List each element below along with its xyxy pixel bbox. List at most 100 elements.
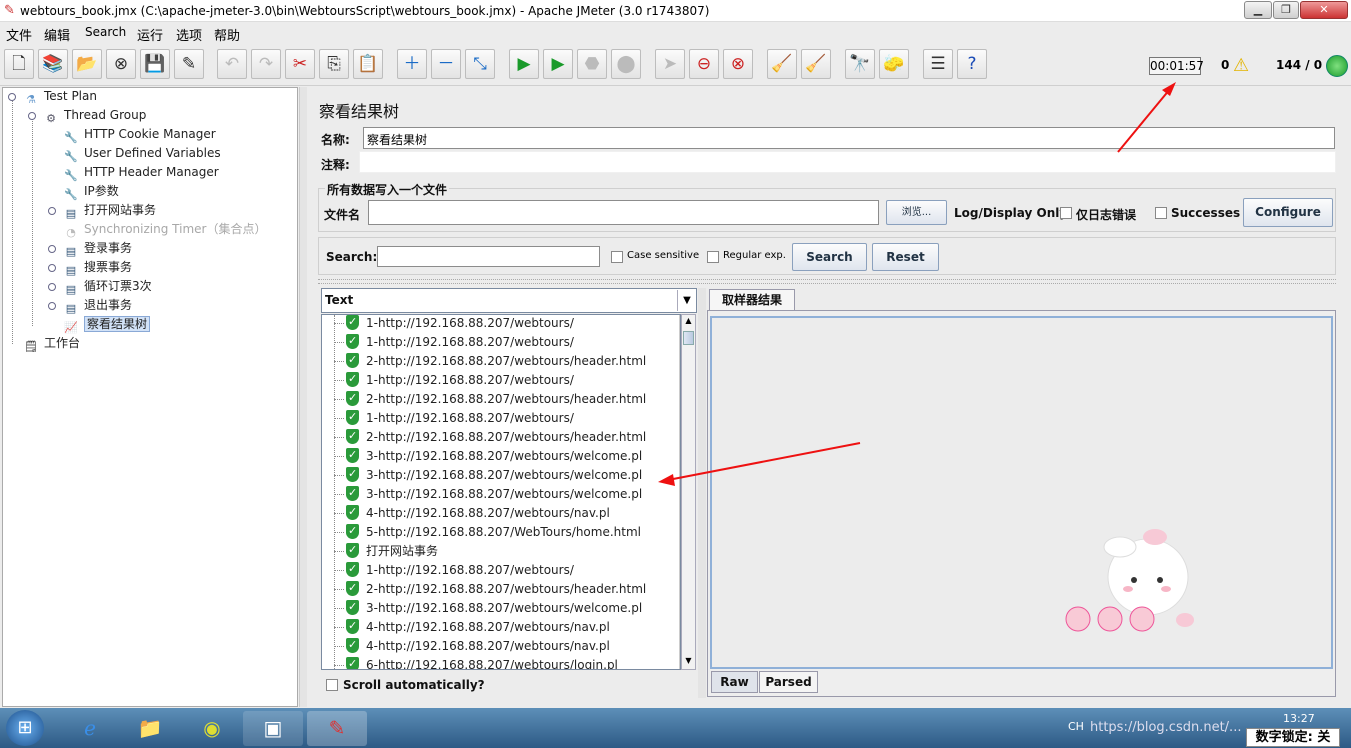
tree-node-view-results-tree[interactable]: 📈 察看结果树 [63, 315, 151, 334]
save-as-icon[interactable]: ✎ [174, 49, 204, 79]
close-button[interactable]: ✕ [1300, 1, 1348, 19]
save-icon[interactable]: 💾 [140, 49, 170, 79]
result-list-item[interactable]: 1-http://192.168.88.207/webtours/ [322, 315, 574, 333]
scroll-up-icon[interactable]: ▲ [683, 316, 694, 328]
stop-icon[interactable]: ⬣ [577, 49, 607, 79]
tab-raw[interactable]: Raw [711, 671, 758, 693]
search-button[interactable]: Search [792, 243, 867, 271]
tree-expander[interactable] [8, 93, 16, 101]
result-list-item[interactable]: 1-http://192.168.88.207/webtours/ [322, 331, 574, 352]
tree-node-logout-transaction[interactable]: ▤ 退出事务 [63, 296, 132, 315]
tree-node-workbench[interactable]: 🗒 工作台 [23, 334, 80, 353]
tree-expander[interactable] [48, 207, 56, 215]
result-list-item[interactable]: 1-http://192.168.88.207/webtours/ [322, 559, 574, 580]
tab-parsed[interactable]: Parsed [759, 671, 818, 693]
cut-icon[interactable]: ✂ [285, 49, 315, 79]
ie-icon[interactable]: ℯ [60, 711, 120, 746]
name-field[interactable]: 察看结果树 [363, 127, 1335, 149]
result-text-area[interactable] [710, 316, 1333, 669]
jmeter-taskbar-icon[interactable]: ✎ [307, 711, 367, 746]
result-list-item[interactable]: 3-http://192.168.88.207/webtours/welcome… [322, 483, 642, 504]
remote-exit-icon[interactable]: ⊗ [723, 49, 753, 79]
result-list-item[interactable]: 5-http://192.168.88.207/WebTours/home.ht… [322, 521, 641, 542]
scroll-auto-checkbox[interactable] [326, 679, 338, 691]
result-scrollbar[interactable]: ▲ ▼ [681, 314, 696, 670]
clear-all-icon[interactable]: 🧹 [801, 49, 831, 79]
tree-expander[interactable] [48, 264, 56, 272]
close-file-icon[interactable]: ⊗ [106, 49, 136, 79]
browse-button[interactable]: 浏览... [886, 200, 947, 225]
chevron-down-icon[interactable]: ▼ [677, 290, 696, 311]
result-list-item[interactable]: 4-http://192.168.88.207/webtours/nav.pl [322, 616, 610, 637]
help-icon[interactable]: ? [957, 49, 987, 79]
tree-node-search-transaction[interactable]: ▤ 搜票事务 [63, 258, 132, 277]
tree-node-ip-params[interactable]: 🔧 IP参数 [63, 182, 119, 201]
result-list-item[interactable]: 1-http://192.168.88.207/webtours/ [322, 369, 574, 390]
redo-icon[interactable]: ↷ [251, 49, 281, 79]
result-list-item[interactable]: 2-http://192.168.88.207/webtours/header.… [322, 350, 646, 371]
configure-button[interactable]: Configure [1243, 198, 1333, 227]
menu-options[interactable]: 选项 [176, 25, 202, 44]
paste-icon[interactable]: 📋 [353, 49, 383, 79]
tree-node-login-transaction[interactable]: ▤ 登录事务 [63, 239, 132, 258]
clock[interactable]: 13:27 [1283, 712, 1315, 725]
menu-file[interactable]: 文件 [6, 25, 32, 44]
clear-icon[interactable]: 🧹 [767, 49, 797, 79]
result-list-item[interactable]: 3-http://192.168.88.207/webtours/welcome… [322, 597, 642, 618]
templates-icon[interactable]: 📚 [38, 49, 68, 79]
comment-field[interactable] [359, 151, 1336, 173]
remote-stop-icon[interactable]: ⊖ [689, 49, 719, 79]
scroll-down-icon[interactable]: ▼ [683, 656, 694, 668]
undo-icon[interactable]: ↶ [217, 49, 247, 79]
warning-icon[interactable]: ⚠ [1233, 55, 1249, 76]
remote-start-icon[interactable]: ➤ [655, 49, 685, 79]
scroll-thumb[interactable] [683, 331, 694, 345]
tree-expander[interactable] [48, 283, 56, 291]
case-sensitive-checkbox[interactable] [611, 251, 623, 263]
tab-sampler-result[interactable]: 取样器结果 [709, 289, 795, 311]
result-list-item[interactable]: 2-http://192.168.88.207/webtours/header.… [322, 426, 646, 447]
tree-expander[interactable] [28, 112, 36, 120]
tree-node-header-manager[interactable]: 🔧 HTTP Header Manager [63, 163, 219, 182]
open-icon[interactable]: 📂 [72, 49, 102, 79]
cmd-icon[interactable]: ▣ [243, 711, 303, 746]
start-button[interactable]: ⊞ [6, 710, 44, 746]
reset-button[interactable]: Reset [872, 243, 939, 271]
reset-search-icon[interactable]: 🧽 [879, 49, 909, 79]
tree-expander[interactable] [48, 302, 56, 310]
tree-node-cookie-manager[interactable]: 🔧 HTTP Cookie Manager [63, 125, 216, 144]
result-list-item[interactable]: 2-http://192.168.88.207/webtours/header.… [322, 578, 646, 599]
result-list-item[interactable]: 4-http://192.168.88.207/webtours/nav.pl [322, 502, 610, 523]
maximize-button[interactable]: ❐ [1273, 1, 1299, 19]
menu-run[interactable]: 运行 [137, 25, 163, 44]
minimize-button[interactable]: ▁ [1244, 1, 1272, 19]
tree-expander[interactable] [48, 245, 56, 253]
collapse-icon[interactable]: － [431, 49, 461, 79]
expand-icon[interactable]: ＋ [397, 49, 427, 79]
result-list-item[interactable]: 3-http://192.168.88.207/webtours/welcome… [322, 445, 642, 466]
tree-node-open-site-transaction[interactable]: ▤ 打开网站事务 [63, 201, 156, 220]
tree-node-loop-booking[interactable]: ▤ 循环订票3次 [63, 277, 152, 296]
result-list-item[interactable]: 2-http://192.168.88.207/webtours/header.… [322, 388, 646, 409]
search-input[interactable] [377, 246, 600, 267]
start-icon[interactable]: ▶ [509, 49, 539, 79]
tree-node-user-variables[interactable]: 🔧 User Defined Variables [63, 144, 220, 163]
start-no-pause-icon[interactable]: ▶ [543, 49, 573, 79]
horizontal-splitter[interactable] [318, 279, 1336, 284]
result-list-item[interactable]: 4-http://192.168.88.207/webtours/nav.pl [322, 635, 610, 656]
copy-icon[interactable]: ⎘ [319, 49, 349, 79]
result-list-item[interactable]: 6-http://192.168.88.207/webtours/login.p… [322, 654, 618, 669]
menu-search[interactable]: Search [85, 25, 126, 39]
tree-node-sync-timer[interactable]: ◔ Synchronizing Timer（集合点） [63, 220, 266, 239]
toggle-icon[interactable]: ⤡ [465, 49, 495, 79]
menu-edit[interactable]: 编辑 [44, 25, 70, 44]
result-list-item[interactable]: 打开网站事务 [322, 540, 438, 561]
regex-checkbox[interactable] [707, 251, 719, 263]
search-icon[interactable]: 🔭 [845, 49, 875, 79]
renderer-select[interactable]: Text ▼ [321, 288, 697, 313]
shutdown-icon[interactable]: ⬤ [611, 49, 641, 79]
result-splitter[interactable] [698, 288, 706, 698]
tree-node-thread-group[interactable]: ⚙ Thread Group [43, 106, 146, 125]
result-list-item[interactable]: 1-http://192.168.88.207/webtours/ [322, 407, 574, 428]
function-helper-icon[interactable]: ☰ [923, 49, 953, 79]
